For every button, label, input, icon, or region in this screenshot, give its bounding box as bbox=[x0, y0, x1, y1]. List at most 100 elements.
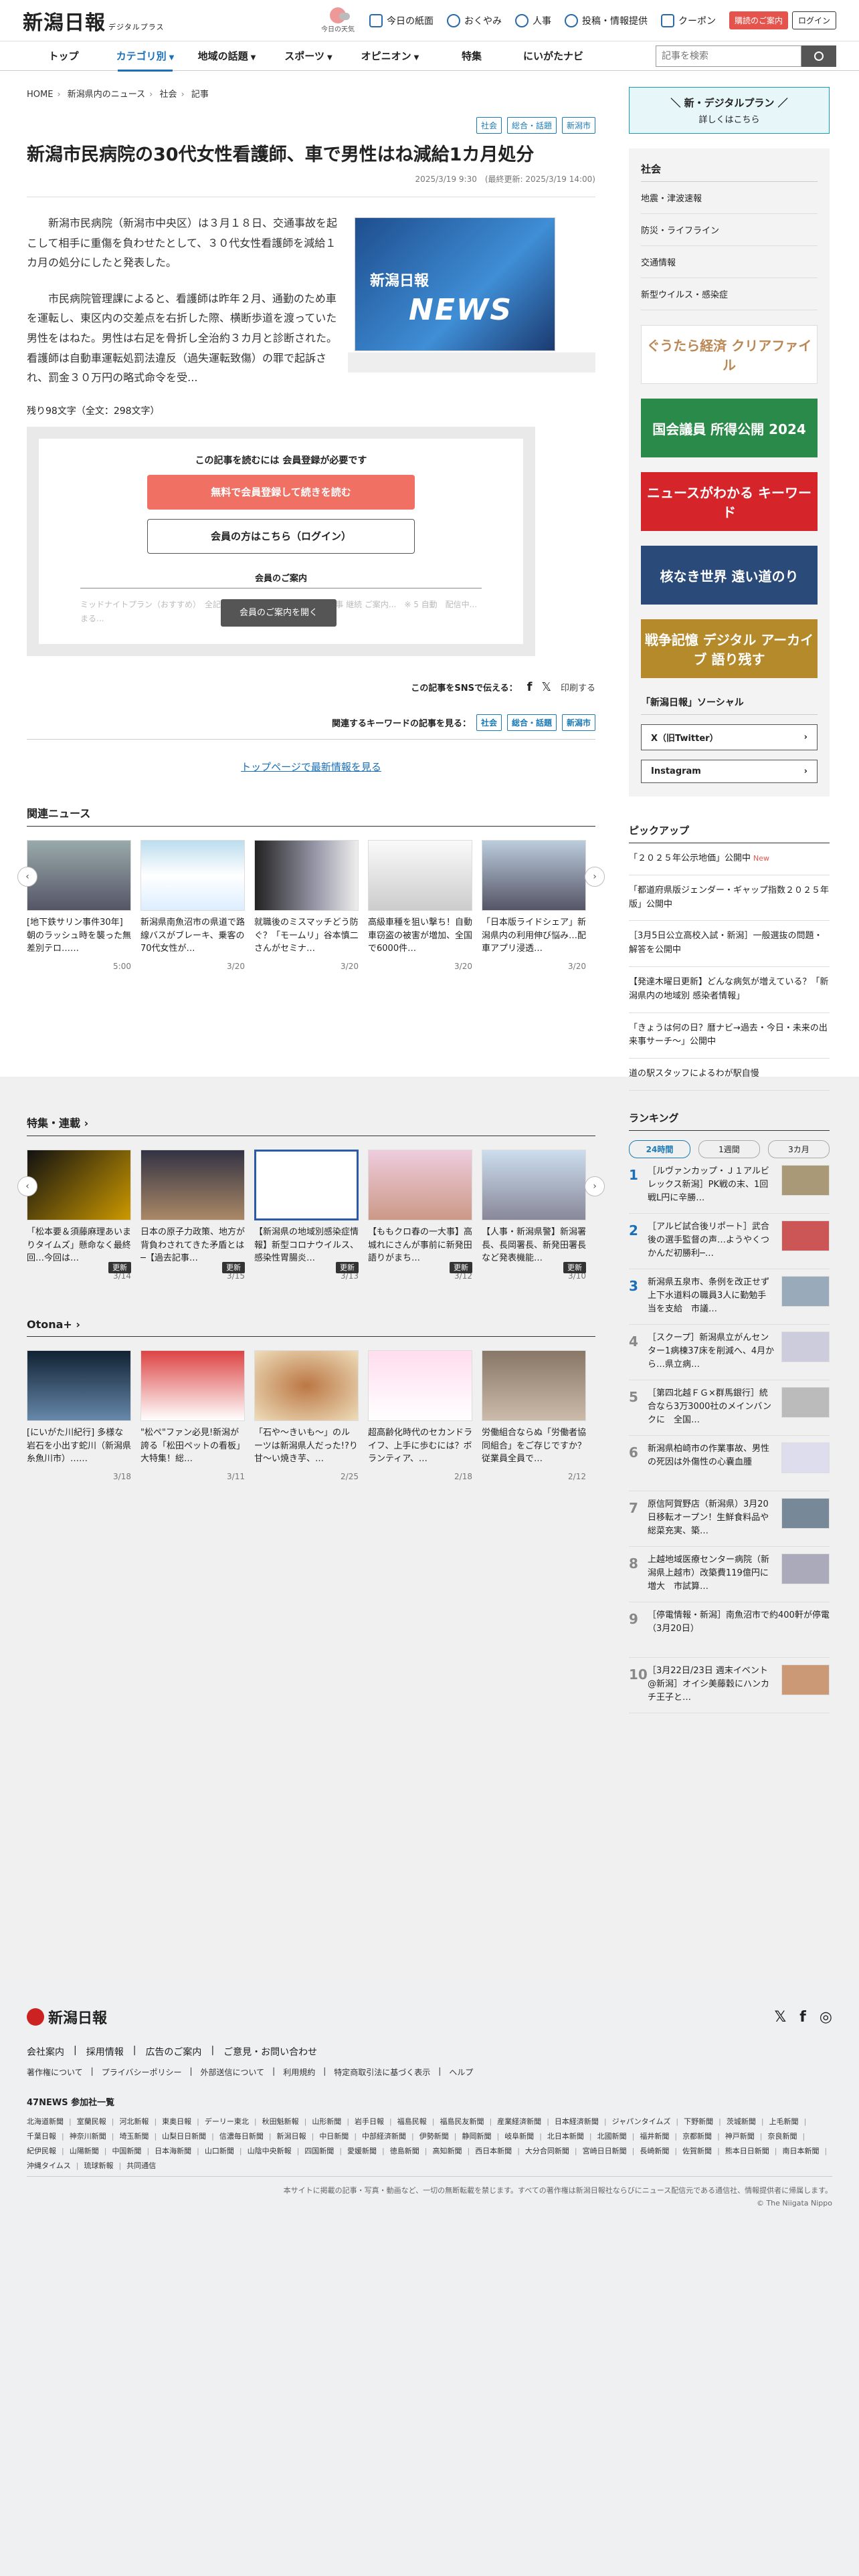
partner-paper-link[interactable]: 埼玉新聞 bbox=[119, 2129, 149, 2144]
feature-card[interactable]: 【ももクロ春の一大事】高城れにさんが事前に新発田語りがまち… 3/12 更新 bbox=[368, 1150, 472, 1282]
society-link[interactable]: 地震・津波速報 bbox=[641, 182, 818, 214]
facebook-icon[interactable]: f bbox=[527, 680, 533, 694]
otona-card[interactable]: 超高齢化時代のセカンドライフ、上手に歩むには？ボランティア、… 2/18 bbox=[368, 1350, 472, 1483]
partner-paper-link[interactable]: 日本海新聞 bbox=[155, 2144, 191, 2159]
partner-paper-link[interactable]: 信濃毎日新聞 bbox=[219, 2129, 264, 2144]
society-link[interactable]: 防災・ライフライン bbox=[641, 214, 818, 246]
partner-paper-link[interactable]: 神戸新聞 bbox=[725, 2129, 755, 2144]
tab-3months[interactable]: 3カ月 bbox=[768, 1140, 830, 1158]
partner-paper-link[interactable]: 琉球新報 bbox=[84, 2159, 114, 2173]
footer-link[interactable]: 広告のご案内 bbox=[145, 2045, 201, 2058]
47news-heading[interactable]: 47NEWS 参加社一覧 bbox=[27, 2095, 832, 2108]
banner-nuclear[interactable]: 核なき世界 遠い道のり bbox=[641, 546, 818, 605]
instagram-follow-button[interactable]: Instagram › bbox=[641, 760, 818, 783]
carousel-prev-button[interactable]: ‹ bbox=[17, 1176, 37, 1196]
feature-card[interactable]: 【人事・新潟県警】新潟署長、長岡署長、新発田署長など発表機能… 3/10 更新 bbox=[482, 1150, 586, 1282]
footer-logo[interactable]: 新潟日報 bbox=[27, 2006, 107, 2028]
partner-paper-link[interactable]: 河北新報 bbox=[119, 2115, 149, 2129]
header-link-personnel[interactable]: 人事 bbox=[514, 13, 551, 27]
partner-paper-link[interactable]: 山口新聞 bbox=[205, 2144, 234, 2159]
partner-paper-link[interactable]: 南日本新聞 bbox=[783, 2144, 820, 2159]
pickup-item[interactable]: ［3月5日公立高校入試・新潟］一般選抜の問題・解答を公開中 bbox=[629, 921, 830, 967]
feature-card[interactable]: 【新潟県の地域別感染症情報】新型コロナウイルス、感染性胃腸炎… 3/13 更新 bbox=[254, 1150, 359, 1282]
partner-paper-link[interactable]: 福井新聞 bbox=[640, 2129, 669, 2144]
tag-society[interactable]: 社会 bbox=[476, 117, 502, 134]
feature-card[interactable]: 「松本要＆須藤麻理あいまりタイムズ」懸命なく最終回…今回は… 3/14 更新 bbox=[27, 1150, 131, 1282]
feature-card[interactable]: 日本の原子力政策、地方が背負わされてきた矛盾とは─【過去記事… 3/15 更新 bbox=[140, 1150, 245, 1282]
partner-paper-link[interactable]: 中国新聞 bbox=[112, 2144, 141, 2159]
footer-link[interactable]: プライバシーポリシー bbox=[102, 2066, 182, 2078]
banner-archive[interactable]: 戦争記憶 デジタル アーカイブ 語り残す bbox=[641, 619, 818, 678]
partner-paper-link[interactable]: 山陰中央新報 bbox=[248, 2144, 292, 2159]
search-input[interactable] bbox=[656, 45, 801, 67]
carousel-next-button[interactable]: › bbox=[585, 1176, 605, 1196]
partner-paper-link[interactable]: 新潟日報 bbox=[277, 2129, 306, 2144]
partner-paper-link[interactable]: 山陽新聞 bbox=[70, 2144, 99, 2159]
tag-niigata-city[interactable]: 新潟市 bbox=[561, 117, 595, 134]
partner-paper-link[interactable]: デーリー東北 bbox=[205, 2115, 249, 2129]
carousel-prev-button[interactable]: ‹ bbox=[17, 867, 37, 887]
ranking-item[interactable]: 5 ［第四北越ＦＧ×群馬銀行］統合なら3万3000社のメインバンクに 全国… bbox=[629, 1380, 830, 1436]
partner-paper-link[interactable]: 北日本新聞 bbox=[547, 2129, 584, 2144]
keyword-general[interactable]: 総合・話題 bbox=[506, 714, 557, 732]
tab-24h[interactable]: 24時間 bbox=[629, 1140, 690, 1158]
ranking-item[interactable]: 8 上越地域医療センター病院（新潟県上越市）改築費119億円に増大 市試算… bbox=[629, 1547, 830, 1602]
partner-paper-link[interactable]: 中日新聞 bbox=[319, 2129, 349, 2144]
partner-paper-link[interactable]: 福島民友新聞 bbox=[440, 2115, 484, 2129]
otona-card[interactable]: 労働組合ならぬ「労働者協同組合」をご存じですか？従業員全員で… 2/12 bbox=[482, 1350, 586, 1483]
otona-card[interactable]: 「石や～きいも～」のルーツは新潟県人だった!?り甘～い焼き芋、… 2/25 bbox=[254, 1350, 359, 1483]
partner-paper-link[interactable]: 北國新聞 bbox=[597, 2129, 627, 2144]
partner-paper-link[interactable]: 長崎新聞 bbox=[640, 2144, 669, 2159]
subscribe-button[interactable]: 購読のご案内 bbox=[729, 11, 788, 29]
partner-paper-link[interactable]: 岐阜新聞 bbox=[504, 2129, 534, 2144]
footer-link[interactable]: 著作権について bbox=[27, 2066, 83, 2078]
footer-link[interactable]: 特定商取引法に基づく表示 bbox=[334, 2066, 430, 2078]
partner-paper-link[interactable]: 大分合同新聞 bbox=[525, 2144, 569, 2159]
nav-category[interactable]: カテゴリ別 ▼ bbox=[104, 49, 186, 72]
pickup-item[interactable]: 「きょうは何の日？暦ナビ→過去・今日・未来の出来事サーチ〜」公開中 bbox=[629, 1013, 830, 1059]
partner-paper-link[interactable]: 静岡新聞 bbox=[462, 2129, 491, 2144]
keyword-niigata-city[interactable]: 新潟市 bbox=[561, 714, 595, 732]
breadcrumb-news[interactable]: 新潟県内のニュース bbox=[68, 90, 145, 100]
nav-regional[interactable]: 地域の話題 ▼ bbox=[186, 49, 268, 63]
ranking-item[interactable]: 9 ［停電情報・新潟］南魚沼市で約400軒が停電（3月20日） bbox=[629, 1602, 830, 1658]
partner-paper-link[interactable]: 山梨日日新聞 bbox=[162, 2129, 206, 2144]
partner-paper-link[interactable]: 北海道新聞 bbox=[27, 2115, 64, 2129]
news-card[interactable]: 新潟県南魚沼市の県道で路線バスがブレーキ、乗客の70代女性が… 3/20 bbox=[140, 840, 245, 972]
partner-paper-link[interactable]: 京都新聞 bbox=[682, 2129, 712, 2144]
ranking-item[interactable]: 6 新潟県柏崎市の作業事故、男性の死因は外傷性の心嚢血腫 bbox=[629, 1436, 830, 1491]
x-follow-button[interactable]: X（旧Twitter） › bbox=[641, 724, 818, 750]
site-logo[interactable]: 新潟日報 デジタルプラス bbox=[23, 6, 165, 35]
open-guide-button[interactable]: 会員のご案内を開く bbox=[221, 599, 337, 627]
nav-features[interactable]: 特集 bbox=[431, 49, 512, 63]
news-card[interactable]: 高級車種を狙い撃ち！自動車窃盗の被害が増加、全国で6000件… 3/20 bbox=[368, 840, 472, 972]
ranking-item[interactable]: 3 新潟県五泉市、条例を改正せず上下水道料の職員3人に勤勉手当を支給 市議… bbox=[629, 1269, 830, 1325]
article-photo[interactable]: 新潟日報 NEWS bbox=[355, 217, 555, 352]
partner-paper-link[interactable]: 神奈川新聞 bbox=[70, 2129, 106, 2144]
partner-paper-link[interactable]: 紀伊民報 bbox=[27, 2144, 56, 2159]
society-link[interactable]: 新型ウイルス・感染症 bbox=[641, 278, 818, 310]
footer-link[interactable]: ヘルプ bbox=[449, 2066, 473, 2078]
login-button[interactable]: ログイン bbox=[791, 11, 836, 29]
partner-paper-link[interactable]: 東奥日報 bbox=[162, 2115, 191, 2129]
partner-paper-link[interactable]: 山形新聞 bbox=[312, 2115, 341, 2129]
partner-paper-link[interactable]: 秋田魁新報 bbox=[262, 2115, 299, 2129]
breadcrumb-home[interactable]: HOME bbox=[27, 90, 53, 100]
ranking-item[interactable]: 2 ［アルビ試合後リポート］武合後の選手監督の声…ようやくつかんだ初勝利─… bbox=[629, 1214, 830, 1269]
partner-paper-link[interactable]: 四国新聞 bbox=[304, 2144, 334, 2159]
partner-paper-link[interactable]: 西日本新聞 bbox=[475, 2144, 512, 2159]
partner-paper-link[interactable]: 共同通信 bbox=[126, 2159, 156, 2173]
footer-link[interactable]: 外部送信について bbox=[201, 2066, 265, 2078]
partner-paper-link[interactable]: 宮崎日日新聞 bbox=[583, 2144, 627, 2159]
print-button[interactable]: 印刷する bbox=[561, 681, 595, 693]
nav-sports[interactable]: スポーツ ▼ bbox=[268, 49, 349, 63]
partner-paper-link[interactable]: 沖縄タイムス bbox=[27, 2159, 71, 2173]
society-link[interactable]: 交通情報 bbox=[641, 246, 818, 278]
features-heading[interactable]: 特集・連載 › bbox=[27, 1114, 595, 1136]
partner-paper-link[interactable]: 茨城新聞 bbox=[727, 2115, 756, 2129]
facebook-icon[interactable]: f bbox=[799, 2009, 806, 2026]
footer-link[interactable]: 利用規約 bbox=[283, 2066, 315, 2078]
footer-link[interactable]: 採用情報 bbox=[86, 2045, 124, 2058]
news-card[interactable]: 「日本版ライドシェア」新潟県内の利用伸び悩み…配車アプリ浸透… 3/20 bbox=[482, 840, 586, 972]
partner-paper-link[interactable]: 愛媛新聞 bbox=[347, 2144, 377, 2159]
